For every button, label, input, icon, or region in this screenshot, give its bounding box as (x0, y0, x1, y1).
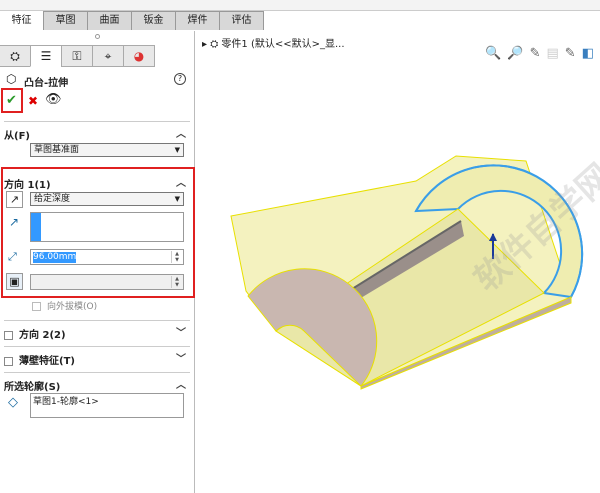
direction1-label: 方向 1(1) (4, 180, 51, 191)
configuration-manager-tab-icon[interactable]: ⚿ (61, 45, 93, 67)
selected-contours-label: 所选轮廓(S) (4, 382, 61, 393)
pin-icon[interactable] (95, 34, 100, 39)
selected-contours-section-header[interactable]: 所选轮廓(S) ︿ (4, 372, 190, 393)
dropdown-arrow-icon: ▼ (174, 195, 180, 203)
depth-spinner[interactable]: ▲ ▼ (171, 251, 182, 263)
thin-feature-label: 薄壁特征(T) (19, 356, 75, 367)
chevron-down-icon[interactable]: ﹀ (176, 324, 186, 339)
thin-feature-checkbox[interactable] (4, 356, 13, 366)
direction-reference-list[interactable] (30, 212, 184, 242)
display-manager-tab-icon[interactable]: ◕ (123, 45, 155, 67)
preview-eye-icon[interactable]: 👁 (45, 92, 62, 107)
direction1-section-header[interactable]: 方向 1(1) ︿ (4, 171, 190, 191)
selected-contours-list[interactable]: 草图1-轮廓<1> (30, 393, 184, 418)
chevron-down-icon[interactable]: ﹀ (176, 350, 186, 365)
draft-outward-label: 向外拔模(O) (47, 302, 98, 312)
tab-features[interactable]: 特征 (0, 11, 44, 30)
depth-input[interactable]: 96.00mm ▲ ▼ (30, 249, 184, 265)
draft-angle-input[interactable]: ▲ ▼ (30, 274, 184, 290)
chevron-up-icon[interactable]: ︿ (176, 174, 186, 189)
extrude-preview-model (230, 155, 584, 390)
from-section-header[interactable]: 从(F) ︿ (4, 121, 190, 142)
command-manager-strip (0, 0, 600, 11)
end-condition-select[interactable]: 给定深度 ▼ (30, 192, 184, 206)
depth-dimension-icon: ⤢ (8, 250, 17, 263)
depth-value: 96.00mm (33, 252, 77, 263)
direction2-label: 方向 2(2) (19, 330, 66, 341)
reverse-direction-icon[interactable]: ↗ (6, 191, 23, 208)
cancel-button[interactable]: ✖ (28, 94, 38, 108)
from-value: 草图基准面 (34, 145, 80, 155)
dimxpert-tab-icon[interactable]: ⌖ (92, 45, 124, 67)
tab-evaluate[interactable]: 评估 (219, 11, 264, 30)
help-button[interactable]: ? (174, 73, 186, 85)
tab-weldments[interactable]: 焊件 (175, 11, 220, 30)
draft-spinner[interactable]: ▲ ▼ (171, 276, 182, 288)
tab-sketch[interactable]: 草图 (43, 11, 88, 30)
contour-icon: ◇ (8, 395, 18, 410)
dropdown-arrow-icon: ▼ (174, 146, 180, 154)
feature-manager-tab-icon[interactable]: ⛭ (0, 45, 31, 67)
command-tabs: 特征 草图 曲面 钣金 焊件 评估 (0, 11, 264, 31)
direction2-checkbox[interactable] (4, 330, 13, 340)
draft-toggle-icon[interactable]: ▣ (6, 273, 23, 290)
thin-feature-section-header[interactable]: 薄壁特征(T) ﹀ (4, 346, 190, 367)
property-manager-tab-icon[interactable]: ☰ (30, 45, 62, 67)
chevron-up-icon[interactable]: ︿ (176, 376, 186, 391)
ok-button[interactable]: ✔ (6, 93, 17, 108)
from-select[interactable]: 草图基准面 ▼ (30, 143, 184, 157)
feature-title: 凸台-拉伸 (24, 78, 69, 89)
property-manager: ⛭ ☰ ⚿ ⌖ ◕ ⬡ 凸台-拉伸 ? ✔ ✖ 👁 从(F) ︿ 草图基准面 ▼ 方… (0, 31, 195, 493)
graphics-area[interactable]: ▸ ⛭ 零件1 (默认<<默认>_显... 🔍 🔎 ✎ ▤ ✎ ◧ 软件自学网 (196, 31, 600, 493)
chevron-up-icon[interactable]: ︿ (176, 125, 186, 140)
extrude-icon: ⬡ (6, 72, 17, 86)
tab-surfaces[interactable]: 曲面 (87, 11, 132, 30)
end-condition-value: 给定深度 (34, 194, 71, 204)
contour-item[interactable]: 草图1-轮廓<1> (33, 397, 99, 407)
tab-sheet-metal[interactable]: 钣金 (131, 11, 176, 30)
direction-vector-icon: ↗ (9, 215, 20, 229)
from-label: 从(F) (4, 131, 30, 142)
direction2-section-header[interactable]: 方向 2(2) ﹀ (4, 320, 190, 341)
